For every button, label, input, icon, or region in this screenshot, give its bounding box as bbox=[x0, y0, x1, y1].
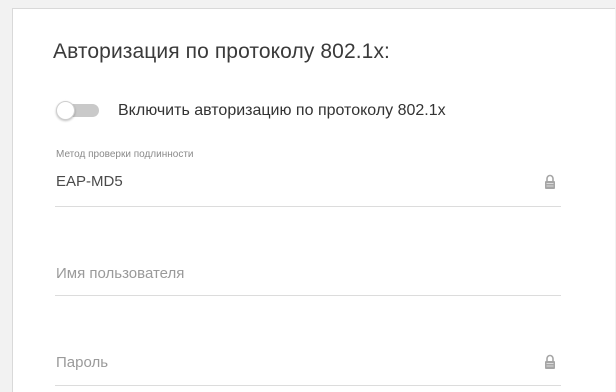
password-field[interactable] bbox=[55, 347, 561, 387]
switch-knob bbox=[56, 101, 75, 120]
password-input[interactable] bbox=[55, 351, 526, 373]
password-underline bbox=[55, 385, 561, 386]
lock-icon bbox=[545, 174, 555, 189]
enable-8021x-toggle-row[interactable]: Включить авторизацию по протоколу 802.1x bbox=[53, 97, 446, 125]
auth-method-value: EAP-MD5 bbox=[56, 173, 123, 190]
enable-8021x-switch[interactable] bbox=[53, 97, 105, 125]
auth-method-label: Метод проверки подлинности bbox=[56, 149, 194, 160]
auth-method-field: Метод проверки подлинности EAP-MD5 bbox=[55, 149, 561, 209]
username-underline bbox=[55, 295, 561, 296]
enable-8021x-label: Включить авторизацию по протоколу 802.1x bbox=[118, 102, 446, 119]
lock-icon bbox=[545, 354, 555, 369]
section-title: Авторизация по протоколу 802.1x: bbox=[53, 40, 390, 63]
auth-method-underline bbox=[55, 206, 561, 207]
username-field[interactable] bbox=[55, 257, 561, 297]
username-input[interactable] bbox=[55, 262, 526, 284]
settings-panel: Авторизация по протоколу 802.1x: Включит… bbox=[12, 8, 615, 392]
